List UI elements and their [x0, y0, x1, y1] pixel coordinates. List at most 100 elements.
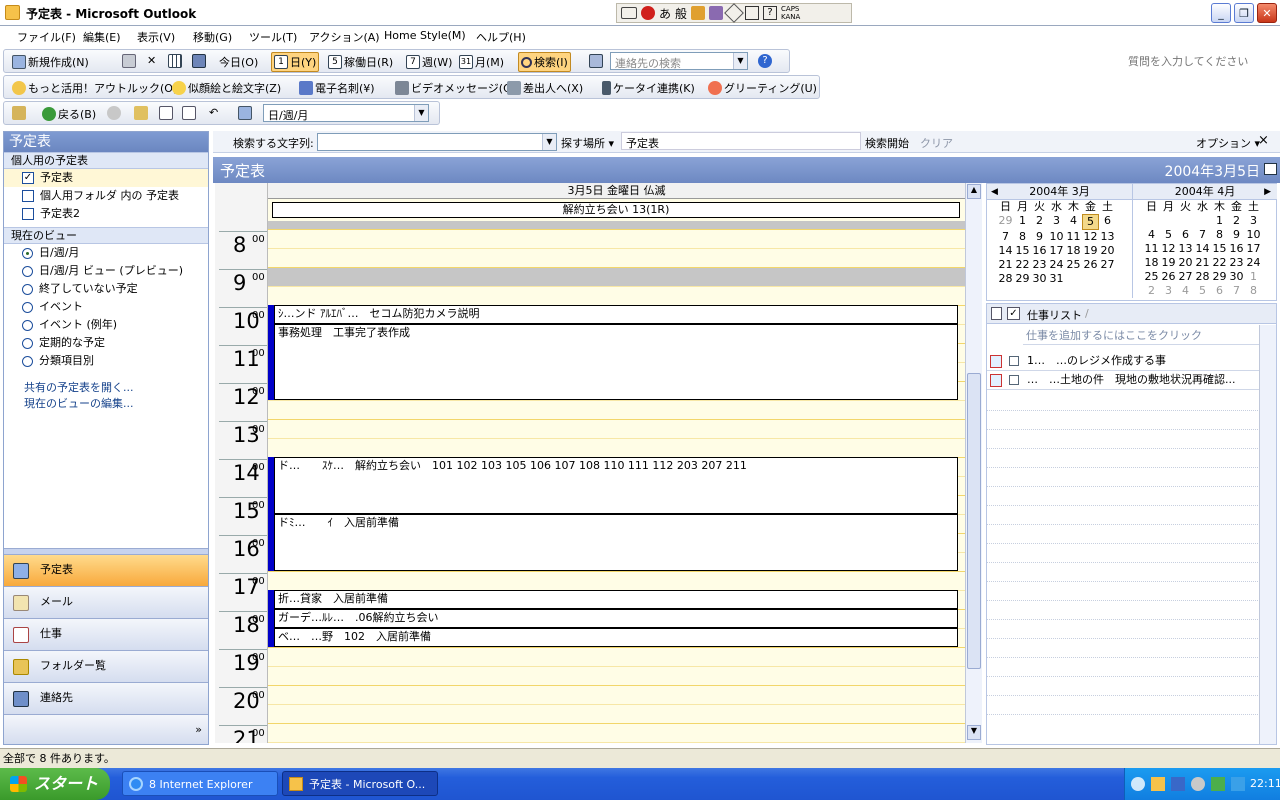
menu-view[interactable]: 表示(V)	[137, 29, 175, 45]
close-find-button[interactable]: ×	[1258, 133, 1269, 148]
calendar-item-2[interactable]: 予定表2	[4, 205, 208, 223]
day-view-button[interactable]: 1 日(Y)	[271, 52, 320, 72]
appointment[interactable]: ド… ｽｹ… 解約立ち会い 101 102 103 105 106 107 10…	[274, 457, 958, 514]
date-cell[interactable]: 28	[997, 272, 1014, 286]
contact-search-input[interactable]: 連絡先の検索 ▼	[610, 52, 748, 70]
calendar-item-1[interactable]: 個人用フォルダ 内の 予定表	[4, 187, 208, 205]
radio[interactable]	[22, 355, 33, 367]
date-cell[interactable]: 1	[1245, 270, 1262, 284]
radio[interactable]	[22, 337, 33, 349]
date-cell[interactable]: 3	[1245, 214, 1262, 228]
appointment[interactable]: ガーデ…ﾙﾚ… .06解約立ち会い	[274, 609, 958, 628]
week-view-button[interactable]: 7 週(W)	[406, 54, 452, 70]
tray-volume-icon[interactable]	[1191, 777, 1205, 791]
date-cell[interactable]: 12	[1082, 230, 1099, 244]
date-cell[interactable]: 25	[1143, 270, 1160, 284]
nav-tasks-button[interactable]: 仕事	[4, 618, 208, 650]
options-button[interactable]: オプション ▾	[1196, 135, 1260, 151]
view-icon[interactable]	[238, 106, 252, 120]
ime-pad-icon[interactable]	[691, 6, 706, 20]
ime-tool-icon[interactable]	[724, 3, 744, 23]
date-cell[interactable]: 21	[997, 258, 1014, 272]
date-cell[interactable]: 21	[1194, 256, 1211, 270]
menu-tools[interactable]: ツール(T)	[249, 29, 297, 45]
date-cell[interactable]: 5	[1160, 228, 1177, 242]
menu-actions[interactable]: アクション(A)	[309, 29, 380, 45]
date-cell[interactable]: 18	[1143, 256, 1160, 270]
scroll-down-arrow[interactable]: ▼	[967, 725, 981, 740]
tray-network-icon[interactable]	[1171, 777, 1185, 791]
calendar-scrollbar[interactable]: ▲ ▼	[965, 183, 982, 743]
ime-property-icon[interactable]	[745, 6, 760, 20]
taskbar-outlook-button[interactable]: 予定表 - Microsoft O...	[282, 771, 438, 796]
start-button[interactable]: スタート	[0, 768, 110, 800]
date-cell[interactable]: 11	[1065, 230, 1082, 244]
search-button[interactable]: 検索(I)	[518, 52, 571, 72]
grid-icon[interactable]	[168, 54, 182, 68]
date-cell[interactable]: 17	[1245, 242, 1262, 256]
date-cell[interactable]: 22	[1014, 258, 1031, 272]
day-header[interactable]: 3月5日 金曜日 仏滅	[268, 183, 965, 199]
task-list-header[interactable]: 仕事リスト	[1027, 307, 1082, 323]
nav-mail-button[interactable]: メール	[4, 586, 208, 618]
prev-month-arrow[interactable]: ◀	[991, 184, 998, 200]
date-cell[interactable]: 12	[1160, 242, 1177, 256]
date-cell[interactable]: 7	[997, 230, 1014, 244]
menu-home-style[interactable]: Home Style(M)	[384, 29, 466, 42]
menu-go[interactable]: 移動(G)	[193, 29, 232, 45]
checkbox[interactable]	[22, 208, 34, 220]
date-cell[interactable]: 25	[1065, 258, 1082, 272]
date-cell[interactable]: 16	[1031, 244, 1048, 258]
search-location-value[interactable]: 予定表	[621, 132, 861, 150]
task-scrollbar[interactable]	[1259, 325, 1276, 744]
date-cell[interactable]: 22	[1211, 256, 1228, 270]
calendar-item-0[interactable]: ✓ 予定表	[4, 169, 208, 187]
date-cell[interactable]: 8	[1014, 230, 1031, 244]
appointment[interactable]: ドﾐ… ｲ 入居前準備	[274, 514, 958, 571]
view-option-0[interactable]: 日/週/月	[4, 244, 208, 262]
appointment[interactable]: 事務処理 工事完了表作成	[274, 324, 958, 400]
scroll-thumb[interactable]	[967, 373, 981, 669]
date-cell[interactable]: 7	[1228, 284, 1245, 298]
date-cell[interactable]: 23	[1228, 256, 1245, 270]
view-option-3[interactable]: イベント	[4, 298, 208, 316]
view-option-5[interactable]: 定期的な予定	[4, 334, 208, 352]
back-button[interactable]: 戻る(B)	[42, 106, 96, 122]
clear-button[interactable]: クリア	[920, 135, 953, 151]
date-cell[interactable]: 5	[1194, 284, 1211, 298]
find-now-button[interactable]: 検索開始	[865, 135, 909, 151]
date-cell[interactable]: 1	[1211, 214, 1228, 228]
date-cell[interactable]: 2	[1143, 284, 1160, 298]
date-cell[interactable]: 3	[1048, 214, 1065, 230]
date-cell[interactable]: 15	[1014, 244, 1031, 258]
page-icon[interactable]	[991, 307, 1002, 320]
complete-column-icon[interactable]: ✓	[1007, 307, 1020, 320]
forward-icon[interactable]	[107, 106, 121, 120]
print-icon[interactable]	[122, 54, 136, 68]
date-cell[interactable]: 4	[1143, 228, 1160, 242]
task-checkbox[interactable]	[1009, 375, 1019, 385]
date-cell[interactable]: 14	[1194, 242, 1211, 256]
day-column[interactable]: 3月5日 金曜日 仏滅 解約立ち会い 13(1R) ｼ…ンド ｱﾙｴﾊﾞ… セコ…	[268, 183, 965, 743]
date-cell[interactable]: 7	[1194, 228, 1211, 242]
menu-help[interactable]: ヘルプ(H)	[476, 29, 526, 45]
my-calendars-header[interactable]: 個人用の予定表	[4, 152, 208, 169]
date-cell[interactable]: 30	[1228, 270, 1245, 284]
open-shared-calendar-link[interactable]: 共有の予定表を開く...	[4, 380, 208, 396]
date-cell[interactable]: 2	[1031, 214, 1048, 230]
date-cell[interactable]: 1	[1014, 214, 1031, 230]
task-row[interactable]: 1… …のレジメ作成する事	[987, 352, 1259, 371]
date-cell[interactable]: 27	[1177, 270, 1194, 284]
date-cell[interactable]: 15	[1211, 242, 1228, 256]
chevron-down-icon[interactable]: ▼	[733, 53, 747, 69]
date-cell[interactable]: 30	[1031, 272, 1048, 286]
tray-outlook-icon[interactable]	[1151, 777, 1165, 791]
mobile-link-button[interactable]: ケータイ連携(K)	[602, 80, 695, 96]
date-cell[interactable]: 20	[1099, 244, 1116, 258]
date-cell[interactable]: 2	[1228, 214, 1245, 228]
view-option-1[interactable]: 日/週/月 ビュー (プレビュー)	[4, 262, 208, 280]
view-option-4[interactable]: イベント (例年)	[4, 316, 208, 334]
checkbox-checked[interactable]: ✓	[22, 172, 34, 184]
undo-icon[interactable]: ↶	[209, 106, 218, 119]
date-cell[interactable]: 5	[1082, 214, 1099, 230]
